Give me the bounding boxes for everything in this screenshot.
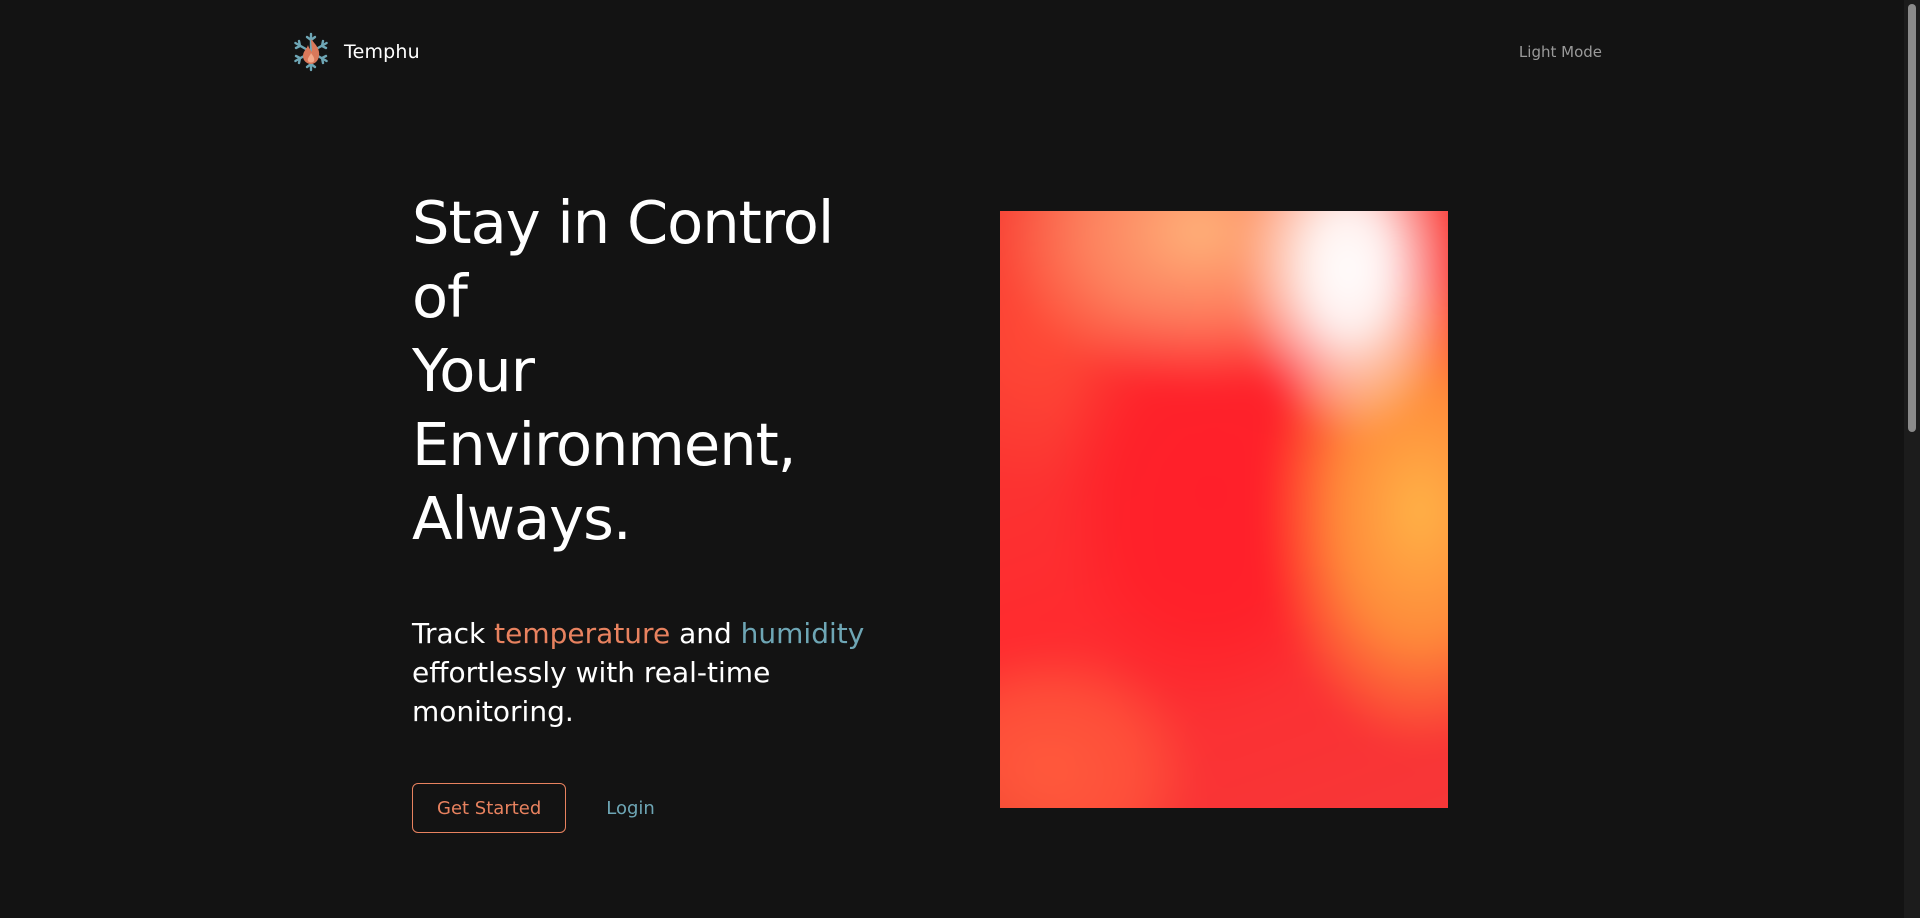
brand-name: Temphu (344, 41, 420, 63)
hero-title-line: Your (412, 336, 535, 405)
subtitle-prefix: Track (412, 617, 495, 650)
page-scrollbar[interactable] (1904, 0, 1920, 918)
brand-link[interactable]: Temphu (290, 31, 420, 73)
hero-title: Stay in Control of Your Environment, Alw… (412, 186, 932, 556)
hero-title-line: Stay in Control (412, 188, 834, 257)
scrollbar-thumb[interactable] (1908, 4, 1916, 432)
hero-title-line: Environment, (412, 410, 796, 479)
hero-title-line: of (412, 262, 468, 331)
hero-gradient-image (1000, 211, 1448, 808)
hero-actions: Get Started Login (412, 783, 932, 833)
snowflake-flame-icon (294, 32, 328, 72)
light-mode-toggle[interactable]: Light Mode (1519, 43, 1602, 61)
hero-subtitle: Track temperature and humidity effortles… (412, 614, 882, 731)
subtitle-suffix: effortlessly with real-time monitoring. (412, 656, 771, 728)
login-link[interactable]: Login (606, 798, 655, 819)
get-started-button[interactable]: Get Started (412, 783, 567, 833)
hero-title-line: Always. (412, 484, 632, 553)
temperature-highlight: temperature (494, 617, 671, 650)
humidity-highlight: humidity (740, 617, 865, 650)
hero-section: Stay in Control of Your Environment, Alw… (412, 186, 932, 833)
subtitle-middle: and (670, 617, 741, 650)
top-navbar: Temphu Light Mode (290, 30, 1602, 74)
